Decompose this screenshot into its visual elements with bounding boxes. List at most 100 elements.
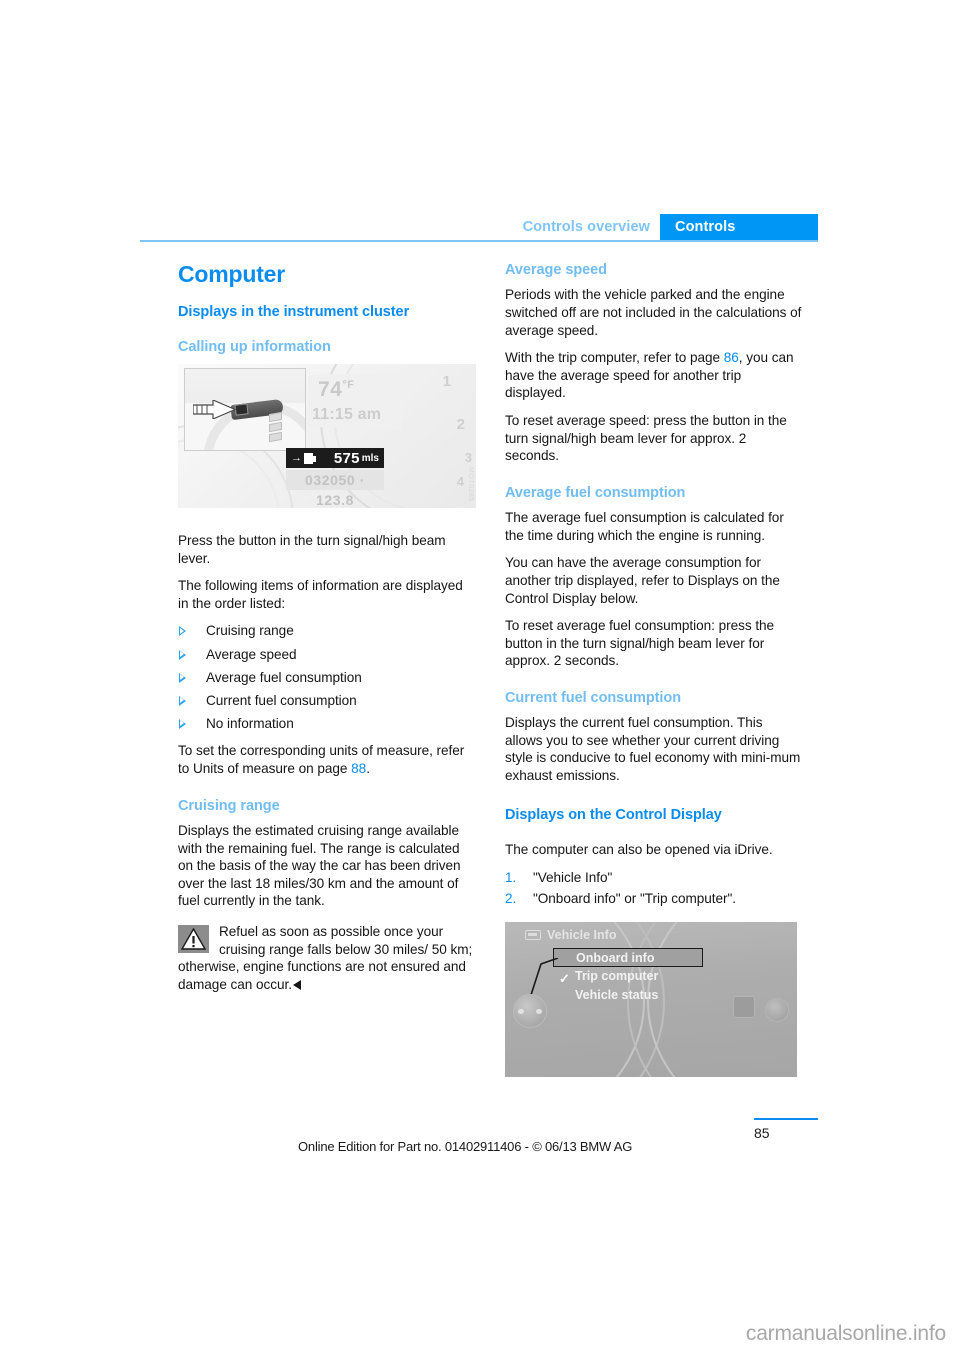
page-reference-86[interactable]: 86 <box>724 350 739 365</box>
tachometer-number-1: 1 <box>442 373 451 391</box>
page-title: Computer <box>178 261 286 287</box>
list-item-label: No information <box>206 715 294 731</box>
warning-triangle-icon <box>178 924 209 953</box>
list-item: 2. "Onboard info" or "Trip computer". <box>505 890 803 908</box>
page-number: 85 <box>754 1125 770 1141</box>
vehicle-info-icon <box>525 929 541 940</box>
arrow-right-icon: → <box>291 452 302 465</box>
stalk-inset-photo <box>184 368 306 452</box>
warning-note: Refuel as soon as possible once your cru… <box>178 923 476 993</box>
step-label: "Vehicle Info" <box>533 869 613 885</box>
control-display-figure: Vehicle Info Onboard info ✓ Trip compute… <box>505 921 797 1077</box>
control-display-menu: Onboard info ✓ Trip computer Vehicle sta… <box>553 947 703 1005</box>
list-item-label: Cruising range <box>206 623 294 639</box>
tab-controls-overview[interactable]: Controls overview <box>523 214 660 240</box>
end-of-note-marker <box>293 979 302 990</box>
right-square-button <box>733 995 755 1018</box>
list-item-label: Average speed <box>206 646 297 662</box>
odometer-readout: 032050 · 123.8 <box>286 470 384 508</box>
right-column: Average speed Periods with the vehicle p… <box>505 262 803 1077</box>
menu-item-label: Vehicle status <box>575 987 659 1002</box>
warning-note-text: Refuel as soon as possible once your cru… <box>178 923 476 993</box>
paragraph-avg-fuel-another-trip: You can have the average consumption for… <box>505 555 780 606</box>
list-item: Average fuel consumption <box>178 669 476 687</box>
section-heading-control-display: Displays on the Control Display <box>505 806 722 823</box>
tab-controls[interactable]: Controls <box>660 214 818 240</box>
idrive-steps-list: 1. "Vehicle Info" 2. "Onboard info" or "… <box>505 869 803 908</box>
section-heading-instrument-cluster: Displays in the instrument cluster <box>178 304 410 321</box>
paragraph-trip-text-pre: With the trip computer, refer to page <box>505 350 724 366</box>
paragraph-idrive: The computer can also be opened via iDri… <box>505 842 773 858</box>
page-reference-88[interactable]: 88 <box>351 761 366 776</box>
paragraph-current-fuel: Displays the current fuel consumption. T… <box>505 715 801 784</box>
range-value: 575 <box>333 449 360 467</box>
figure-bottom-edge <box>178 508 476 517</box>
figure-watermark: MOT0285 <box>467 467 474 503</box>
menu-item-onboard-info[interactable]: Onboard info <box>553 947 703 967</box>
paragraph-units-of-measure: To set the corresponding units of measur… <box>178 742 476 777</box>
fuel-pump-icon <box>304 452 316 464</box>
temperature-unit: °F <box>342 379 355 392</box>
triangle-bullet-icon <box>179 626 186 637</box>
step-number: 1. <box>505 869 517 885</box>
control-display-title: Vehicle Info <box>547 927 617 942</box>
left-column: Computer Displays in the instrument clus… <box>178 261 476 993</box>
subheading-calling-up-information: Calling up information <box>178 338 331 355</box>
paragraph-reset-average-speed: To reset average speed: press the button… <box>505 412 787 464</box>
paragraph-units-text-pre: To set the corresponding units of measur… <box>178 743 465 777</box>
subheading-average-fuel-consumption: Average fuel consumption <box>505 484 686 501</box>
list-item: Current fuel consumption <box>178 692 476 710</box>
manual-page: Controls overview Controls Computer Disp… <box>0 0 960 1358</box>
list-item-label: Current fuel consumption <box>206 692 357 708</box>
temperature-value: 74 <box>318 378 343 402</box>
instrument-cluster-figure: 1 2 3 4 74°F 11:15 am → 575 mls 032050 ·… <box>178 364 476 517</box>
warning-note-body: Refuel as soon as possible once your cru… <box>178 923 473 992</box>
wheel-buttons <box>269 411 291 443</box>
triangle-bullet-icon <box>179 695 186 706</box>
menu-item-label: Trip computer <box>575 968 659 983</box>
triangle-bullet-icon <box>179 718 186 729</box>
menu-item-trip-computer[interactable]: ✓ Trip computer <box>553 967 703 986</box>
site-watermark: carmanualsonline.info <box>745 1322 946 1345</box>
step-number: 2. <box>505 891 517 907</box>
outside-temperature-readout: 74°F <box>318 378 354 402</box>
menu-item-label: Onboard info <box>576 950 655 965</box>
paragraph-press-button: Press the button in the turn signal/high… <box>178 533 446 566</box>
edition-footer: Online Edition for Part no. 01402911406 … <box>298 1139 633 1154</box>
pointer-arrow-icon <box>193 400 237 420</box>
triangle-bullet-icon <box>179 672 186 683</box>
range-label: → <box>291 452 316 465</box>
list-item: Cruising range <box>178 622 476 640</box>
triangle-bullet-icon <box>179 649 186 660</box>
subheading-current-fuel-consumption: Current fuel consumption <box>505 689 682 706</box>
menu-item-vehicle-status[interactable]: Vehicle status <box>553 986 703 1005</box>
header-divider <box>140 240 818 242</box>
right-round-button <box>765 997 789 1022</box>
control-display-title-bar: Vehicle Info <box>525 928 616 942</box>
paragraph-trip-computer-ref: With the trip computer, refer to page 86… <box>505 349 803 402</box>
page-header: Controls overview Controls <box>140 214 818 248</box>
subheading-cruising-range: Cruising range <box>178 797 280 814</box>
tachometer-number-3: 3 <box>464 450 472 466</box>
tachometer-number-4: 4 <box>456 474 464 490</box>
chapter-tabs: Controls overview Controls <box>523 214 818 240</box>
list-item: Average speed <box>178 646 476 664</box>
range-unit: mls <box>361 452 379 464</box>
paragraph-reset-avg-fuel: To reset average fuel consumption: press… <box>505 618 775 669</box>
page-number-rule <box>754 1118 818 1120</box>
paragraph-units-text-post: . <box>366 761 370 777</box>
subheading-average-speed: Average speed <box>505 262 607 278</box>
list-item: 1. "Vehicle Info" <box>505 869 803 887</box>
paragraph-cruising-range: Displays the estimated cruising range av… <box>178 823 461 909</box>
step-label: "Onboard info" or "Trip computer". <box>533 891 736 907</box>
information-items-list: Cruising range Average speed Average fue… <box>178 622 476 732</box>
paragraph-average-speed-periods: Periods with the vehicle parked and the … <box>505 287 802 338</box>
tachometer-number-2: 2 <box>456 416 465 434</box>
paragraph-avg-fuel-calculated: The average fuel consumption is calculat… <box>505 510 784 543</box>
dashboard-surface <box>185 369 305 404</box>
paragraph-order-listed: The following items of information are d… <box>178 578 463 611</box>
clock-readout: 11:15 am <box>312 406 382 424</box>
idrive-controller-knob <box>513 993 547 1028</box>
cruising-range-readout: → 575 mls <box>286 448 384 469</box>
list-item: No information <box>178 715 476 733</box>
